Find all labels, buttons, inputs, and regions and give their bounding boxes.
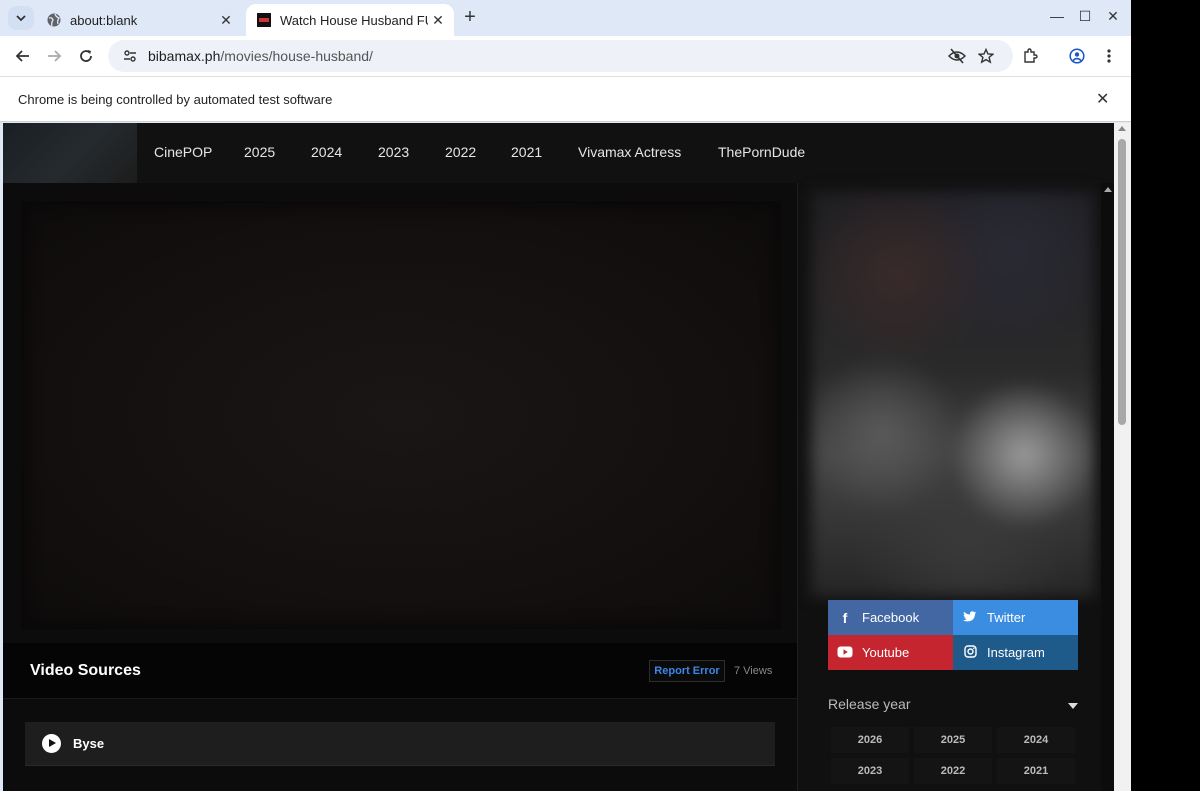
star-icon[interactable] xyxy=(974,44,998,68)
movie-poster xyxy=(811,191,1095,597)
youtube-button[interactable]: Youtube xyxy=(828,635,953,670)
infobar-message: Chrome is being controlled by automated … xyxy=(18,92,333,107)
globe-icon xyxy=(47,13,61,27)
nav-item-theporndude[interactable]: ThePornDude xyxy=(718,144,805,160)
nav-item-2021[interactable]: 2021 xyxy=(511,144,542,160)
url-host: bibamax.ph xyxy=(148,48,221,64)
video-sources-header: Video Sources Report Error 7 Views xyxy=(3,643,797,699)
nav-item-vivamax-actress[interactable]: Vivamax Actress xyxy=(578,144,681,160)
address-bar[interactable]: bibamax.ph/movies/house-husband/ xyxy=(108,40,1013,72)
url-path: /movies/house-husband/ xyxy=(220,48,373,64)
release-year-header[interactable]: Release year xyxy=(828,696,1078,716)
caret-down-icon xyxy=(1068,703,1078,709)
maximize-icon[interactable]: ☐ xyxy=(1075,8,1095,25)
sidebar: f Facebook Twitter Youtube Instagram Rel… xyxy=(798,183,1114,791)
nav-item-2024[interactable]: 2024 xyxy=(311,144,342,160)
year-button-2026[interactable]: 2026 xyxy=(831,727,909,753)
video-player[interactable] xyxy=(21,201,781,629)
close-window-icon[interactable]: ✕ xyxy=(1103,8,1123,25)
year-button-2022[interactable]: 2022 xyxy=(914,758,992,784)
twitter-label: Twitter xyxy=(987,610,1026,625)
tab-search-button[interactable] xyxy=(8,6,34,30)
release-year-label: Release year xyxy=(828,696,911,712)
facebook-label: Facebook xyxy=(862,610,920,625)
site-navbar: CinePOP 2025 2024 2023 2022 2021 Vivamax… xyxy=(3,123,1117,183)
twitter-icon xyxy=(961,610,979,626)
video-sources-title: Video Sources xyxy=(30,662,141,679)
year-button-2023[interactable]: 2023 xyxy=(831,758,909,784)
play-icon xyxy=(42,734,61,753)
tab-title: about:blank xyxy=(70,12,138,28)
page-viewport: CinePOP 2025 2024 2023 2022 2021 Vivamax… xyxy=(3,123,1117,791)
tab-title: Watch House Husband FU xyxy=(280,12,428,28)
reload-icon[interactable] xyxy=(74,44,98,68)
views-count: 7 Views xyxy=(734,665,773,677)
menu-icon[interactable] xyxy=(1097,44,1121,68)
close-icon[interactable]: ✕ xyxy=(216,12,236,29)
site-favicon-icon xyxy=(257,13,271,27)
facebook-icon: f xyxy=(842,609,848,626)
tab-strip: about:blank ✕ Watch House Husband FU ✕ +… xyxy=(0,0,1131,36)
source-item-byse[interactable]: Byse xyxy=(25,722,775,766)
extensions-icon[interactable] xyxy=(1018,44,1042,68)
report-error-button[interactable]: Report Error xyxy=(649,660,725,682)
browser-toolbar: bibamax.ph/movies/house-husband/ xyxy=(0,36,1131,76)
source-label: Byse xyxy=(73,736,105,751)
year-button-2021[interactable]: 2021 xyxy=(997,758,1075,784)
tab-watch-house-husband[interactable]: Watch House Husband FU ✕ xyxy=(246,4,454,36)
year-button-2024[interactable]: 2024 xyxy=(997,727,1075,753)
nav-item-2023[interactable]: 2023 xyxy=(378,144,409,160)
close-icon[interactable]: ✕ xyxy=(1096,89,1109,109)
instagram-label: Instagram xyxy=(987,645,1045,660)
twitter-button[interactable]: Twitter xyxy=(953,600,1078,635)
facebook-button[interactable]: f Facebook xyxy=(828,600,953,635)
sidebar-scrollbar[interactable] xyxy=(1101,183,1114,791)
nav-item-2025[interactable]: 2025 xyxy=(244,144,275,160)
automation-infobar: Chrome is being controlled by automated … xyxy=(0,76,1131,122)
year-button-2025[interactable]: 2025 xyxy=(914,727,992,753)
scroll-up-icon[interactable] xyxy=(1118,126,1126,131)
back-icon[interactable] xyxy=(11,44,35,68)
instagram-icon xyxy=(961,644,979,661)
instagram-button[interactable]: Instagram xyxy=(953,635,1078,670)
browser-window: about:blank ✕ Watch House Husband FU ✕ +… xyxy=(0,0,1131,791)
youtube-label: Youtube xyxy=(862,645,910,660)
chevron-down-icon xyxy=(16,15,26,22)
desktop-background xyxy=(1131,0,1200,791)
forward-icon[interactable] xyxy=(42,44,66,68)
youtube-icon xyxy=(836,645,854,661)
nav-item-cinepop[interactable]: CinePOP xyxy=(154,144,212,160)
scrollbar-thumb[interactable] xyxy=(1118,139,1126,425)
site-logo[interactable] xyxy=(3,123,137,183)
profile-icon[interactable] xyxy=(1065,44,1089,68)
site-info-icon[interactable] xyxy=(116,49,144,63)
minimize-icon[interactable]: — xyxy=(1047,8,1067,24)
eye-off-icon[interactable] xyxy=(945,44,969,68)
close-icon[interactable]: ✕ xyxy=(428,12,448,29)
nav-item-2022[interactable]: 2022 xyxy=(445,144,476,160)
social-buttons: f Facebook Twitter Youtube Instagram xyxy=(828,600,1078,670)
plus-icon[interactable]: + xyxy=(460,7,480,27)
tab-about-blank[interactable]: about:blank ✕ xyxy=(36,4,242,36)
page-scrollbar[interactable] xyxy=(1114,123,1131,791)
url-text: bibamax.ph/movies/house-husband/ xyxy=(148,48,373,64)
